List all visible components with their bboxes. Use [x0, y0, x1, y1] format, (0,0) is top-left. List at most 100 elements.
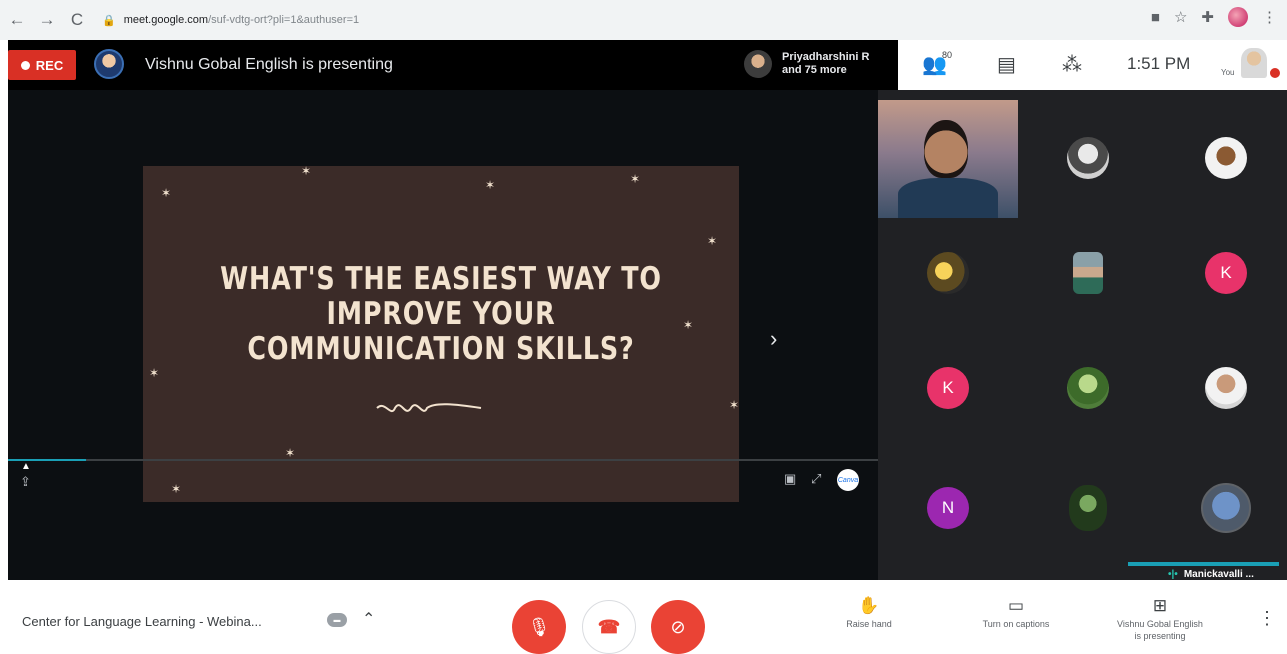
active-speaker-indicator: [1128, 562, 1279, 566]
people-count: 80: [942, 50, 953, 60]
back-icon[interactable]: ←: [4, 7, 30, 33]
swirl-decoration: [376, 403, 482, 413]
self-avatar[interactable]: [1241, 48, 1267, 78]
chat-icon[interactable]: ▤: [997, 52, 1016, 77]
camera-off-icon: ⊘: [670, 616, 686, 637]
participant-avatar: [1201, 482, 1251, 533]
presenting-label-2: is presenting: [1134, 631, 1186, 641]
next-slide-icon[interactable]: ›: [770, 326, 777, 352]
participant-initial-avatar: K: [927, 366, 969, 409]
participant-initial-avatar: N: [927, 486, 969, 529]
participant-avatar: [1205, 136, 1247, 179]
participant-tile[interactable]: [1018, 450, 1158, 565]
slide-progress-bar[interactable]: [8, 459, 878, 461]
participant-tile[interactable]: [1156, 100, 1287, 215]
forward-icon[interactable]: →: [34, 7, 60, 33]
participant-tile[interactable]: N: [878, 450, 1018, 565]
browser-menu-icon[interactable]: ⋮: [1262, 8, 1277, 26]
share-icon[interactable]: ⇪: [20, 474, 31, 490]
raise-hand-button[interactable]: ✋ Raise hand: [838, 596, 900, 630]
star-decoration: ✶: [707, 234, 718, 248]
notes-icon[interactable]: ▣: [784, 471, 796, 487]
participant-avatar: [1067, 136, 1109, 179]
leave-call-button[interactable]: ☎: [582, 600, 636, 654]
mouse-cursor-icon: ▲: [21, 461, 31, 472]
captions-label: Turn on captions: [982, 619, 1050, 629]
address-bar[interactable]: 🔒 meet.google.com /suf-vdtg-ort?pli=1&au…: [102, 7, 1102, 33]
mic-off-button[interactable]: 🎙: [512, 600, 566, 654]
fullscreen-icon[interactable]: ⤢: [811, 471, 821, 487]
camera-off-button[interactable]: ⊘: [651, 600, 705, 654]
participant-body: [898, 178, 998, 218]
participant-initial-avatar: K: [1205, 251, 1247, 294]
meet-bottom-bar: Center for Language Learning - Webina...…: [0, 580, 1287, 654]
star-decoration: ✶: [630, 172, 641, 186]
more-options-icon[interactable]: ⋮: [1258, 608, 1276, 629]
participant-avatar: [927, 251, 969, 294]
recording-badge: REC: [8, 50, 76, 80]
presenter-avatar: [94, 49, 124, 79]
participants-chip[interactable]: Priyadharshini R and 75 more: [738, 44, 898, 84]
chip-line-1: Priyadharshini R: [782, 51, 870, 63]
meet-window: ✶ ✶ ✶ ✶ ✶ ✶ ✶ ✶ ✶ ✶ WHAT'S THE EASIEST W…: [8, 40, 1287, 580]
record-dot-icon: [20, 60, 30, 70]
participant-tile[interactable]: [1018, 100, 1158, 215]
slide-title-line: IMPROVE YOUR: [326, 296, 556, 332]
captions-button[interactable]: ▭ Turn on captions: [965, 596, 1067, 630]
participant-avatar: [1067, 366, 1109, 409]
url-path: /suf-vdtg-ort?pli=1&authuser=1: [208, 14, 360, 26]
presentation-stage: ✶ ✶ ✶ ✶ ✶ ✶ ✶ ✶ ✶ ✶ WHAT'S THE EASIEST W…: [8, 40, 878, 580]
lock-icon: 🔒: [102, 14, 116, 27]
star-decoration: ✶: [285, 446, 296, 460]
present-screen-icon: ⊞: [1152, 596, 1168, 615]
activities-icon[interactable]: ⁂: [1062, 52, 1082, 77]
meet-top-strip: REC Vishnu Gobal English is presenting P…: [8, 40, 1287, 90]
participant-tile-speaking[interactable]: [1156, 450, 1287, 565]
clock: 1:51 PM: [1127, 54, 1191, 73]
star-decoration: ✶: [729, 398, 739, 412]
present-now-button[interactable]: ⊞ Vishnu Gobal English is presenting: [1100, 596, 1220, 642]
participant-tile[interactable]: [878, 215, 1018, 330]
star-decoration: ✶: [171, 482, 182, 496]
slide-title-line: COMMUNICATION SKILLS?: [247, 331, 635, 367]
self-badge-icon: [1270, 68, 1280, 78]
chevron-up-icon[interactable]: ⌃: [362, 609, 375, 629]
participant-tile[interactable]: [1156, 330, 1287, 445]
participant-avatar: [744, 50, 772, 78]
star-decoration: ✶: [485, 178, 496, 192]
rec-label: REC: [35, 57, 64, 73]
participant-tile[interactable]: [1018, 330, 1158, 445]
presenting-label-1: Vishnu Gobal English: [1117, 619, 1203, 629]
speaker-name: Manickavalli ...: [1183, 569, 1254, 580]
participant-tile[interactable]: [1018, 215, 1158, 330]
participant-tile-video[interactable]: [878, 100, 1018, 218]
bookmark-star-icon[interactable]: ☆: [1174, 8, 1187, 26]
participant-avatar: [1073, 251, 1103, 294]
url-host: meet.google.com: [123, 14, 209, 26]
participants-chip-text: Priyadharshini R and 75 more: [782, 51, 869, 77]
browser-actions: ■ ☆ ✚ ⋮: [1151, 7, 1277, 27]
mic-off-icon: 🎙: [527, 616, 551, 637]
participant-avatar: [1069, 484, 1107, 531]
meeting-details-icon[interactable]: ▬: [327, 613, 347, 627]
participant-face: [924, 120, 968, 178]
profile-avatar[interactable]: [1228, 7, 1248, 27]
participant-avatar: [1205, 366, 1247, 409]
chip-line-2: and 75 more: [782, 64, 847, 76]
audio-level-icon: •|•: [1168, 569, 1178, 580]
presentation-slide: ✶ ✶ ✶ ✶ ✶ ✶ ✶ ✶ ✶ ✶ WHAT'S THE EASIEST W…: [143, 166, 739, 502]
you-label: You: [1221, 68, 1235, 77]
participant-tile[interactable]: K: [1156, 215, 1287, 330]
slide-progress-fill: [8, 459, 87, 461]
reload-icon[interactable]: C: [64, 7, 90, 33]
star-decoration: ✶: [149, 366, 160, 380]
captions-icon: ▭: [1007, 596, 1025, 615]
meet-top-controls: 👥 80 ▤ ⁂ 1:51 PM You: [898, 40, 1287, 90]
slide-title: WHAT'S THE EASIEST WAY TO IMPROVE YOUR C…: [197, 262, 686, 367]
extensions-icon[interactable]: ✚: [1201, 8, 1214, 26]
star-decoration: ✶: [301, 166, 312, 178]
camera-indicator-icon[interactable]: ■: [1151, 9, 1160, 26]
meeting-title[interactable]: Center for Language Learning - Webina...: [22, 614, 262, 629]
canva-logo-icon[interactable]: Canva: [837, 469, 859, 491]
participant-tile[interactable]: K: [878, 330, 1018, 445]
